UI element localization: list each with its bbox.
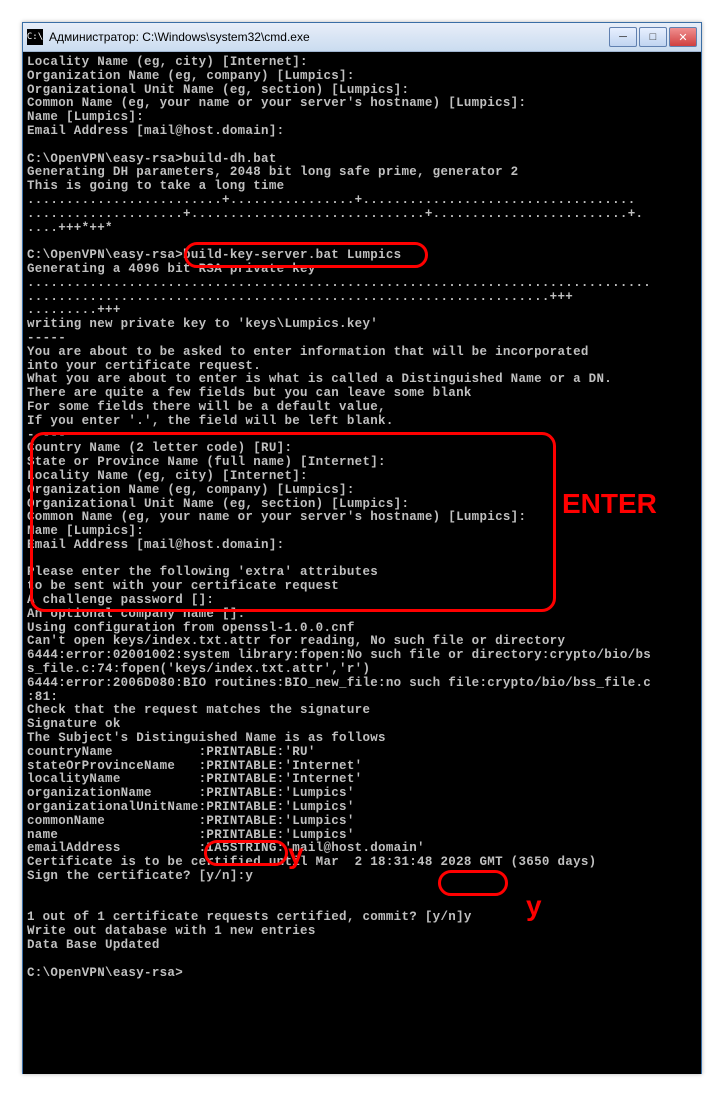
terminal-line: s_file.c:74:fopen('keys/index.txt.attr',… xyxy=(27,663,697,677)
terminal-line: name :PRINTABLE:'Lumpics' xyxy=(27,829,697,843)
terminal-line: 6444:error:2006D080:BIO routines:BIO_new… xyxy=(27,677,697,691)
terminal-line: Certificate is to be certified until Mar… xyxy=(27,856,697,870)
terminal-line: 6444:error:02001002:system library:fopen… xyxy=(27,649,697,663)
terminal-line: C:\OpenVPN\easy-rsa> xyxy=(27,967,697,981)
terminal-line: ----- xyxy=(27,429,697,443)
terminal-line: localityName :PRINTABLE:'Internet' xyxy=(27,773,697,787)
terminal-line xyxy=(27,884,697,898)
terminal-line: Name [Lumpics]: xyxy=(27,111,697,125)
terminal-line: Locality Name (eg, city) [Internet]: xyxy=(27,470,697,484)
cmd-icon: C:\ xyxy=(27,29,43,45)
terminal-line xyxy=(27,553,697,567)
minimize-button[interactable]: ─ xyxy=(609,27,637,47)
terminal-line: Email Address [mail@host.domain]: xyxy=(27,125,697,139)
terminal-line: Generating DH parameters, 2048 bit long … xyxy=(27,166,697,180)
terminal-output[interactable]: Locality Name (eg, city) [Internet]:Orga… xyxy=(23,52,701,1074)
terminal-line: The Subject's Distinguished Name is as f… xyxy=(27,732,697,746)
terminal-line: ........................................… xyxy=(27,291,697,305)
cmd-window: C:\ Администратор: C:\Windows\system32\c… xyxy=(22,22,702,1074)
terminal-line: You are about to be asked to enter infor… xyxy=(27,346,697,360)
terminal-line: What you are about to enter is what is c… xyxy=(27,373,697,387)
terminal-line: organizationName :PRINTABLE:'Lumpics' xyxy=(27,787,697,801)
terminal-line: Locality Name (eg, city) [Internet]: xyxy=(27,56,697,70)
terminal-line: Common Name (eg, your name or your serve… xyxy=(27,511,697,525)
terminal-line: stateOrProvinceName :PRINTABLE:'Internet… xyxy=(27,760,697,774)
terminal-line: Generating a 4096 bit RSA private key xyxy=(27,263,697,277)
terminal-line: C:\OpenVPN\easy-rsa>build-key-server.bat… xyxy=(27,249,697,263)
terminal-line: .........+++ xyxy=(27,304,697,318)
terminal-line: Using configuration from openssl-1.0.0.c… xyxy=(27,622,697,636)
terminal-line: Please enter the following 'extra' attri… xyxy=(27,566,697,580)
terminal-line xyxy=(27,953,697,967)
terminal-line: Data Base Updated xyxy=(27,939,697,953)
terminal-line: to be sent with your certificate request xyxy=(27,580,697,594)
terminal-line: .........................+..............… xyxy=(27,194,697,208)
maximize-button[interactable]: □ xyxy=(639,27,667,47)
terminal-line: If you enter '.', the field will be left… xyxy=(27,415,697,429)
terminal-line: 1 out of 1 certificate requests certifie… xyxy=(27,911,697,925)
terminal-line: A challenge password []: xyxy=(27,594,697,608)
terminal-line: ....................+...................… xyxy=(27,208,697,222)
terminal-line: Sign the certificate? [y/n]:y xyxy=(27,870,697,884)
terminal-line: ....+++*++* xyxy=(27,222,697,236)
terminal-line: Check that the request matches the signa… xyxy=(27,704,697,718)
titlebar[interactable]: C:\ Администратор: C:\Windows\system32\c… xyxy=(23,23,701,52)
window-controls: ─ □ ✕ xyxy=(609,27,697,47)
terminal-line: commonName :PRINTABLE:'Lumpics' xyxy=(27,815,697,829)
terminal-line: Email Address [mail@host.domain]: xyxy=(27,539,697,553)
terminal-line: Signature ok xyxy=(27,718,697,732)
terminal-line: ........................................… xyxy=(27,277,697,291)
terminal-line: writing new private key to 'keys\Lumpics… xyxy=(27,318,697,332)
terminal-line xyxy=(27,898,697,912)
close-button[interactable]: ✕ xyxy=(669,27,697,47)
terminal-line: Can't open keys/index.txt.attr for readi… xyxy=(27,635,697,649)
terminal-line: Name [Lumpics]: xyxy=(27,525,697,539)
terminal-line: into your certificate request. xyxy=(27,360,697,374)
terminal-line: This is going to take a long time xyxy=(27,180,697,194)
terminal-line: organizationalUnitName:PRINTABLE:'Lumpic… xyxy=(27,801,697,815)
terminal-line: ----- xyxy=(27,332,697,346)
window-title: Администратор: C:\Windows\system32\cmd.e… xyxy=(49,30,609,44)
terminal-line: :81: xyxy=(27,691,697,705)
terminal-line xyxy=(27,235,697,249)
terminal-line: emailAddress :IA5STRING:'mail@host.domai… xyxy=(27,842,697,856)
terminal-line: There are quite a few fields but you can… xyxy=(27,387,697,401)
terminal-line: Organization Name (eg, company) [Lumpics… xyxy=(27,70,697,84)
terminal-line: C:\OpenVPN\easy-rsa>build-dh.bat xyxy=(27,153,697,167)
terminal-line: An optional company name []: xyxy=(27,608,697,622)
terminal-line: Organization Name (eg, company) [Lumpics… xyxy=(27,484,697,498)
terminal-line: Organizational Unit Name (eg, section) [… xyxy=(27,498,697,512)
terminal-line: State or Province Name (full name) [Inte… xyxy=(27,456,697,470)
terminal-line: Organizational Unit Name (eg, section) [… xyxy=(27,84,697,98)
terminal-line: For some fields there will be a default … xyxy=(27,401,697,415)
terminal-line: Write out database with 1 new entries xyxy=(27,925,697,939)
terminal-line: Common Name (eg, your name or your serve… xyxy=(27,97,697,111)
terminal-line: Country Name (2 letter code) [RU]: xyxy=(27,442,697,456)
terminal-line: countryName :PRINTABLE:'RU' xyxy=(27,746,697,760)
terminal-line xyxy=(27,139,697,153)
